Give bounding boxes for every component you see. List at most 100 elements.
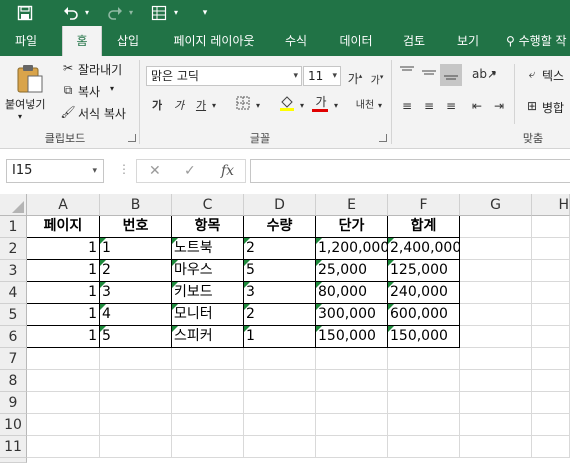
select-all-button[interactable] (0, 194, 27, 216)
align-left-icon[interactable]: ≡ (398, 98, 416, 114)
empty-cell[interactable] (316, 392, 388, 414)
empty-cell[interactable] (316, 436, 388, 458)
paste-dropdown-icon[interactable]: ▾ (18, 112, 22, 121)
table-cell[interactable]: 모니터 (172, 304, 244, 326)
empty-cell[interactable] (532, 326, 570, 348)
empty-cell[interactable] (460, 238, 532, 260)
decrease-indent-icon[interactable]: ⇤ (468, 98, 486, 114)
empty-cell[interactable] (244, 348, 316, 370)
row-header[interactable]: 9 (0, 392, 27, 414)
empty-cell[interactable] (460, 304, 532, 326)
orientation-dropdown-icon[interactable]: ▾ (490, 66, 498, 82)
empty-cell[interactable] (460, 326, 532, 348)
empty-cell[interactable] (460, 392, 532, 414)
empty-cell[interactable] (244, 370, 316, 392)
empty-cell[interactable] (388, 348, 460, 370)
tab-formulas[interactable]: 수식 (276, 26, 316, 56)
decrease-font-icon[interactable]: 가▾ (368, 69, 386, 89)
align-top-icon[interactable] (398, 66, 416, 82)
empty-cell[interactable] (460, 370, 532, 392)
table-cell[interactable]: 1 (100, 238, 172, 260)
header-cell[interactable]: 항목 (172, 216, 244, 238)
redo-icon[interactable] (104, 0, 126, 26)
undo-icon[interactable] (60, 0, 82, 26)
empty-cell[interactable] (532, 392, 570, 414)
table-cell[interactable]: 노트북 (172, 238, 244, 260)
fill-color-icon[interactable] (278, 94, 296, 116)
table-cell[interactable]: 300,000 (316, 304, 388, 326)
header-cell[interactable]: 합계 (388, 216, 460, 238)
column-header-g[interactable]: G (460, 194, 532, 216)
copy-icon[interactable]: ⧉ (60, 82, 76, 98)
table-cell[interactable]: 1 (27, 282, 100, 304)
phonetic-button[interactable]: 내천 (354, 98, 376, 114)
cancel-icon[interactable]: ✕ (149, 160, 161, 182)
table-cell[interactable]: 5 (244, 260, 316, 282)
underline-button[interactable]: 가 (194, 98, 208, 114)
header-cell[interactable]: 수량 (244, 216, 316, 238)
row-header[interactable]: 6 (0, 326, 27, 348)
empty-cell[interactable] (316, 414, 388, 436)
empty-cell[interactable] (172, 436, 244, 458)
empty-cell[interactable] (244, 436, 316, 458)
name-box[interactable]: I15 ▾ (6, 159, 104, 183)
enter-icon[interactable]: ✓ (184, 160, 196, 182)
empty-cell[interactable] (460, 216, 532, 238)
wrap-text-button[interactable]: 텍스 (542, 67, 564, 84)
copy-dropdown-icon[interactable]: ▾ (110, 84, 114, 93)
table-cell[interactable]: 600,000 (388, 304, 460, 326)
align-middle-icon[interactable] (420, 66, 438, 82)
table-cell[interactable]: 1 (27, 238, 100, 260)
empty-cell[interactable] (172, 392, 244, 414)
empty-cell[interactable] (100, 392, 172, 414)
table-cell[interactable]: 240,000 (388, 282, 460, 304)
table-cell[interactable]: 125,000 (388, 260, 460, 282)
empty-cell[interactable] (172, 414, 244, 436)
paste-button[interactable]: 붙여넣기 (5, 96, 45, 112)
table-cell[interactable]: 80,000 (316, 282, 388, 304)
table-cell[interactable]: 마우스 (172, 260, 244, 282)
column-header-h[interactable]: H (532, 194, 570, 216)
cut-button[interactable]: 잘라내기 (78, 61, 122, 78)
format-painter-icon[interactable]: 🖌 (60, 104, 76, 120)
empty-cell[interactable] (244, 414, 316, 436)
empty-cell[interactable] (532, 238, 570, 260)
font-name-combo[interactable]: 맑은 고딕 ▾ (146, 66, 302, 86)
form-dropdown-icon[interactable]: ▾ (171, 0, 181, 26)
table-cell[interactable]: 5 (100, 326, 172, 348)
font-color-dropdown-icon[interactable]: ▾ (332, 98, 340, 114)
table-cell[interactable]: 키보드 (172, 282, 244, 304)
font-color-icon[interactable]: 가 (312, 94, 330, 112)
row-header[interactable]: 11 (0, 436, 27, 458)
formula-input[interactable] (250, 159, 570, 183)
cut-icon[interactable]: ✂ (60, 60, 76, 76)
underline-dropdown-icon[interactable]: ▾ (210, 98, 218, 114)
table-cell[interactable]: 2 (244, 238, 316, 260)
formula-bar-grip-icon[interactable]: ⋮ (118, 162, 130, 176)
empty-cell[interactable] (460, 414, 532, 436)
column-header-b[interactable]: B (100, 194, 172, 216)
empty-cell[interactable] (100, 370, 172, 392)
empty-cell[interactable] (27, 414, 100, 436)
undo-dropdown-icon[interactable]: ▾ (82, 0, 92, 26)
table-cell[interactable]: 150,000 (316, 326, 388, 348)
header-cell[interactable]: 페이지 (27, 216, 100, 238)
empty-cell[interactable] (460, 436, 532, 458)
wrap-text-icon[interactable]: ⤶ (524, 66, 540, 82)
header-cell[interactable]: 번호 (100, 216, 172, 238)
save-icon[interactable] (14, 0, 36, 26)
empty-cell[interactable] (388, 392, 460, 414)
paste-icon[interactable] (12, 62, 46, 94)
table-cell[interactable]: 2,400,000 (388, 238, 460, 260)
empty-cell[interactable] (532, 436, 570, 458)
table-cell[interactable]: 4 (100, 304, 172, 326)
row-header[interactable]: 8 (0, 370, 27, 392)
table-cell[interactable]: 25,000 (316, 260, 388, 282)
row-header[interactable]: 7 (0, 348, 27, 370)
tab-view[interactable]: 보기 (446, 26, 490, 56)
align-center-icon[interactable]: ≡ (420, 98, 438, 114)
row-header[interactable]: 2 (0, 238, 27, 260)
empty-cell[interactable] (100, 414, 172, 436)
empty-cell[interactable] (100, 348, 172, 370)
align-right-icon[interactable]: ≡ (442, 98, 460, 114)
